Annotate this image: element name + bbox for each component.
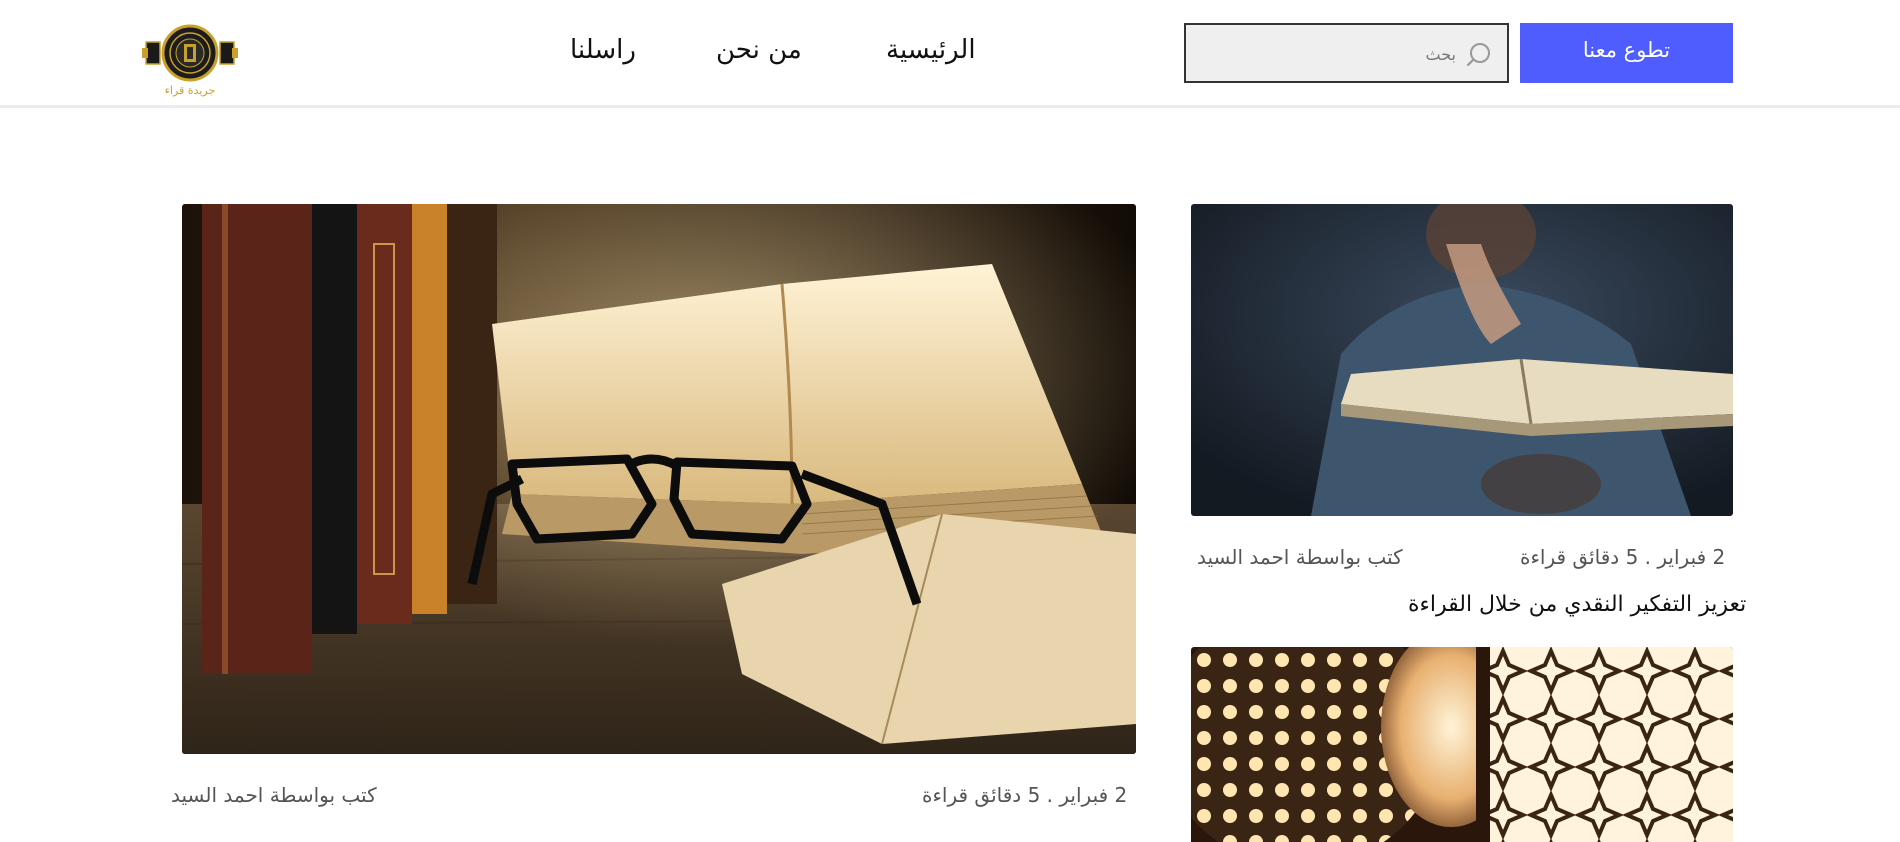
logo-emblem-icon xyxy=(142,24,238,82)
man-reading-book-image xyxy=(1191,204,1733,516)
search-icon[interactable] xyxy=(1466,39,1498,71)
featured-author: كتب بواسطة احمد السيد xyxy=(171,783,377,807)
book-glasses-image xyxy=(182,204,1136,754)
logo-text: جريدة قراء xyxy=(164,84,216,97)
volunteer-button[interactable]: تطوع معنا xyxy=(1520,23,1733,83)
page: تطوع معنا الرئيسية من نحن راسلنا xyxy=(0,0,1900,842)
search-box[interactable] xyxy=(1184,23,1509,83)
side-article-image[interactable] xyxy=(1191,204,1733,516)
nav-about-link[interactable]: من نحن xyxy=(716,30,802,70)
side-article-date-readtime: 2 فبراير . 5 دقائق قراءة xyxy=(1520,545,1726,569)
side-article-title[interactable]: تعزيز التفكير النقدي من خلال القراءة xyxy=(1408,589,1746,621)
site-header: تطوع معنا الرئيسية من نحن راسلنا xyxy=(0,0,1900,108)
featured-article-image[interactable] xyxy=(182,204,1136,754)
nav-contact-link[interactable]: راسلنا xyxy=(570,30,636,70)
side-article-author: كتب بواسطة احمد السيد xyxy=(1197,545,1403,569)
search-input[interactable] xyxy=(1192,29,1458,79)
featured-date-readtime: 2 فبراير . 5 دقائق قراءة xyxy=(922,783,1128,807)
site-logo[interactable]: جريدة قراء xyxy=(140,22,240,104)
nav-home-link[interactable]: الرئيسية xyxy=(886,30,976,70)
lantern-image xyxy=(1191,647,1733,842)
side-article-image[interactable] xyxy=(1191,647,1733,842)
